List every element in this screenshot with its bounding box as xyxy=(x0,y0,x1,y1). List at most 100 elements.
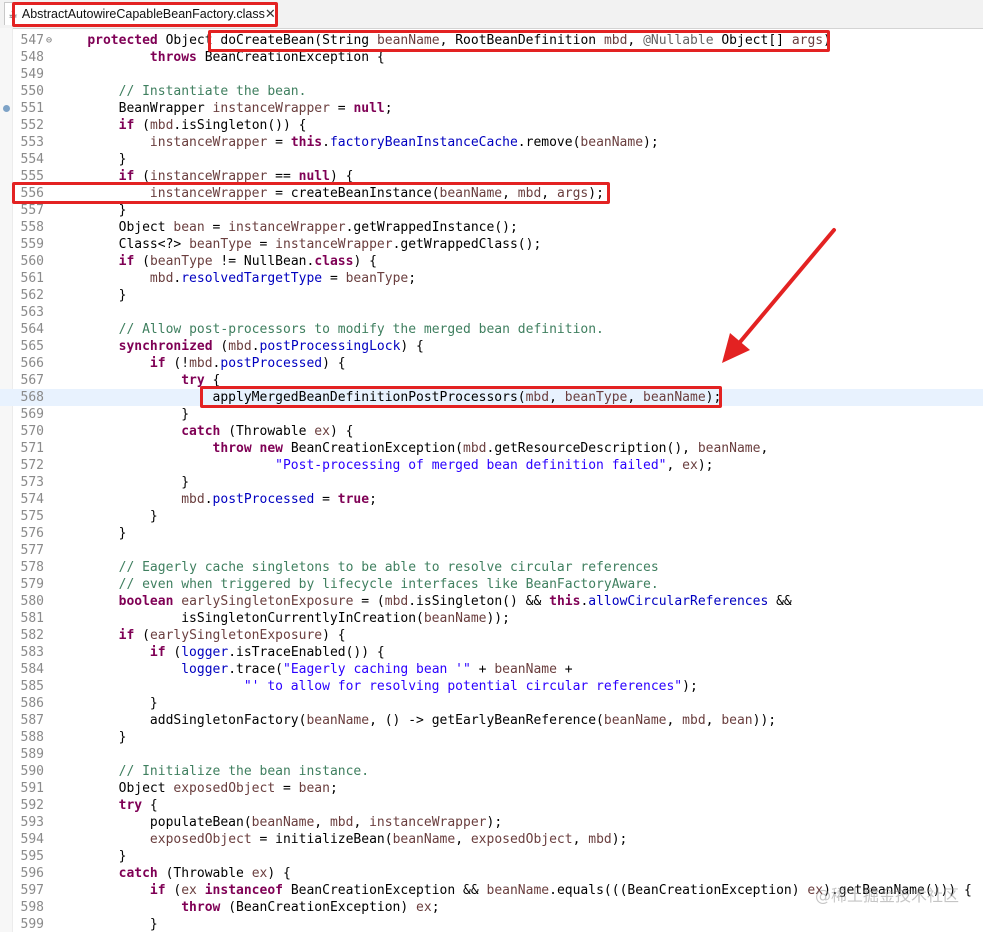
code-line[interactable]: 567 try { xyxy=(0,372,983,389)
code-token: if xyxy=(118,169,135,184)
code-line[interactable]: 554 } xyxy=(0,151,983,168)
code-token: ( xyxy=(165,883,182,898)
code-line[interactable]: 577 xyxy=(0,542,983,559)
code-token: ( xyxy=(134,628,150,643)
code-line[interactable]: 583 if (logger.isTraceEnabled()) { xyxy=(0,644,983,661)
code-line[interactable]: 589 xyxy=(0,746,983,763)
code-line[interactable]: 549 xyxy=(0,66,983,83)
code-line[interactable]: 581 isSingletonCurrentlyInCreation(beanN… xyxy=(0,610,983,627)
code-token: logger xyxy=(181,662,229,677)
code-token: , xyxy=(353,815,370,830)
code-token: BeanCreationException && xyxy=(283,883,487,898)
code-line[interactable]: 547 ⊖ protected Object doCreateBean(Strin… xyxy=(0,32,983,49)
code-token: } xyxy=(56,475,190,490)
code-line[interactable]: 561 mbd.resolvedTargetType = beanType; xyxy=(0,270,983,287)
code-editor[interactable]: 547 ⊖ protected Object doCreateBean(Strin… xyxy=(0,28,983,932)
code-line[interactable]: 596 catch (Throwable ex) { xyxy=(0,865,983,882)
code-line[interactable]: 582 if (earlySingletonExposure) { xyxy=(0,627,983,644)
code-line[interactable]: 555 if (instanceWrapper == null) { xyxy=(0,168,983,185)
code-line[interactable]: 560 if (beanType != NullBean.class) { xyxy=(0,253,983,270)
line-number: 557 xyxy=(20,203,44,218)
code-token: = xyxy=(204,220,229,235)
code-token: ; xyxy=(369,492,377,507)
code-line[interactable]: 578 // Eagerly cache singletons to be ab… xyxy=(0,559,983,576)
code-token: catch xyxy=(181,424,221,439)
code-line[interactable]: 587 addSingletonFactory(beanName, () -> … xyxy=(0,712,983,729)
code-line[interactable]: 558 Object bean = instanceWrapper.getWra… xyxy=(0,219,983,236)
code-text: logger.trace("Eagerly caching bean '" + … xyxy=(56,661,573,678)
editor-tab[interactable]: ☕ AbstractAutowireCapableBeanFactory.cla… xyxy=(4,2,276,25)
code-line[interactable]: 580 boolean earlySingletonExposure = (mb… xyxy=(0,593,983,610)
code-token: Object xyxy=(157,33,221,48)
code-token: } xyxy=(56,288,127,303)
code-token: != NullBean. xyxy=(212,254,315,269)
code-line[interactable]: 551 BeanWrapper instanceWrapper = null; xyxy=(0,100,983,117)
close-tab-icon[interactable]: ✕ xyxy=(265,7,276,22)
code-token: ( xyxy=(134,118,150,133)
code-line[interactable]: 575 } xyxy=(0,508,983,525)
code-token: )); xyxy=(752,713,777,728)
code-line[interactable]: 553 instanceWrapper = this.factoryBeanIn… xyxy=(0,134,983,151)
code-token: Object xyxy=(56,781,174,796)
code-line[interactable]: 571 throw new BeanCreationException(mbd.… xyxy=(0,440,983,457)
code-line[interactable]: 552 if (mbd.isSingleton()) { xyxy=(0,117,983,134)
code-token: ; xyxy=(431,900,440,915)
code-line[interactable]: 573 } xyxy=(0,474,983,491)
code-line[interactable]: 576 } xyxy=(0,525,983,542)
code-line[interactable]: 570 catch (Throwable ex) { xyxy=(0,423,983,440)
code-line[interactable]: 588 } xyxy=(0,729,983,746)
code-token: (BeanCreationException) xyxy=(220,900,417,915)
code-line[interactable]: 550 // Instantiate the bean. xyxy=(0,83,983,100)
code-line[interactable]: 574 mbd.postProcessed = true; xyxy=(0,491,983,508)
code-token: bean xyxy=(173,220,205,235)
code-line[interactable]: 564 // Allow post-processors to modify t… xyxy=(0,321,983,338)
code-text: } xyxy=(56,202,127,219)
code-line[interactable]: 594 exposedObject = initializeBean(beanN… xyxy=(0,831,983,848)
code-line[interactable]: 569 } xyxy=(0,406,983,423)
code-line[interactable]: 559 Class<?> beanType = instanceWrapper.… xyxy=(0,236,983,253)
code-token: } xyxy=(56,407,190,422)
code-line[interactable]: 592 try { xyxy=(0,797,983,814)
code-token: + xyxy=(556,662,573,677)
code-line[interactable]: 595 } xyxy=(0,848,983,865)
code-token: populateBean( xyxy=(56,815,252,830)
code-line[interactable]: 590 // Initialize the bean instance. xyxy=(0,763,983,780)
code-token: instanceof xyxy=(204,883,283,898)
override-marker-icon[interactable] xyxy=(3,105,10,112)
code-line[interactable]: 585 "' to allow for resolving potential … xyxy=(0,678,983,695)
code-line[interactable]: 591 Object exposedObject = bean; xyxy=(0,780,983,797)
code-line[interactable]: 572 "Post-processing of merged bean defi… xyxy=(0,457,983,474)
code-line[interactable]: 584 logger.trace("Eagerly caching bean '… xyxy=(0,661,983,678)
code-token: + xyxy=(470,662,495,677)
code-text: } xyxy=(56,474,189,491)
code-line[interactable]: 566 if (!mbd.postProcessed) { xyxy=(0,355,983,372)
code-token: ); xyxy=(486,815,503,830)
code-line[interactable]: 548 throws BeanCreationException { xyxy=(0,49,983,66)
code-text: exposedObject = initializeBean(beanName,… xyxy=(56,831,627,848)
line-number: 581 xyxy=(20,611,44,626)
code-token: throws xyxy=(149,50,197,65)
code-line[interactable]: 565 synchronized (mbd.postProcessingLock… xyxy=(0,338,983,355)
code-line[interactable]: 593 populateBean(beanName, mbd, instance… xyxy=(0,814,983,831)
code-token: . xyxy=(204,492,213,507)
fold-toggle-icon[interactable]: ⊖ xyxy=(46,32,54,49)
line-number: 599 xyxy=(20,917,44,932)
code-line[interactable]: 557 } xyxy=(0,202,983,219)
code-line[interactable]: 586 } xyxy=(0,695,983,712)
code-text: // Allow post-processors to modify the m… xyxy=(56,321,604,338)
code-line[interactable]: 568 applyMergedBeanDefinitionPostProcess… xyxy=(0,389,983,406)
code-line[interactable]: 579 // even when triggered by lifecycle … xyxy=(0,576,983,593)
code-line[interactable]: 599 } xyxy=(0,916,983,932)
code-token: ); xyxy=(705,390,722,405)
code-token: mbd xyxy=(682,713,706,728)
code-token: mbd xyxy=(228,339,252,354)
code-line[interactable]: 562 } xyxy=(0,287,983,304)
code-line[interactable]: 556 instanceWrapper = createBeanInstance… xyxy=(0,185,983,202)
code-text: try { xyxy=(56,372,220,389)
editor-tab-bar: ☕ AbstractAutowireCapableBeanFactory.cla… xyxy=(0,0,983,29)
code-line[interactable]: 563 xyxy=(0,304,983,321)
